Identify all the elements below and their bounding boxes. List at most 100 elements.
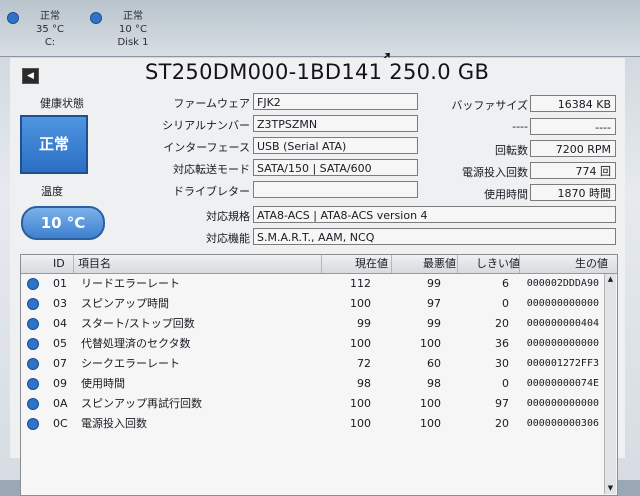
previous-disk-button[interactable]: ◀ [22, 68, 39, 84]
row-current: 112 [350, 277, 371, 290]
row-name: シークエラーレート [81, 357, 180, 370]
table-row[interactable]: 04 スタート/ストップ回数 99 99 20 000000000404 [21, 314, 605, 334]
header-name[interactable]: 項目名 [73, 255, 318, 273]
row-raw: 000000000306 [526, 418, 599, 429]
table-row[interactable]: 05 代替処理済のセクタ数 100 100 36 000000000000 [21, 334, 605, 354]
disk-c-status[interactable]: 正常 35 °C C: [5, 10, 95, 54]
row-current: 100 [350, 397, 371, 410]
drive-letter-value [253, 181, 418, 198]
row-raw: 000000000000 [526, 338, 599, 349]
header-id[interactable]: ID [53, 257, 65, 270]
power-hours-label: 使用時間 [484, 188, 528, 201]
disk-info-panel: ◀ ST250DM000-1BD141 250.0 GB 健康状態 正常 温度 … [10, 58, 625, 496]
temperature-badge[interactable]: 10 °C [21, 206, 105, 240]
row-id: 0A [53, 397, 68, 410]
row-worst: 100 [420, 397, 441, 410]
health-label: 健康状態 [40, 97, 84, 110]
row-threshold: 0 [502, 377, 509, 390]
table-row[interactable]: 09 使用時間 98 98 0 00000000074E [21, 374, 605, 394]
row-raw: 000000000000 [526, 298, 599, 309]
temperature-label: 温度 [41, 185, 63, 198]
row-id: 05 [53, 337, 67, 350]
row-worst: 97 [427, 297, 441, 310]
header-worst[interactable]: 最悪値 [391, 255, 456, 273]
header-threshold[interactable]: しきい値 [457, 255, 520, 273]
status-dot-icon [27, 418, 39, 430]
row-current: 100 [350, 417, 371, 430]
unknown-label: ---- [512, 120, 528, 133]
status-dot-icon [27, 338, 39, 350]
health-status-badge[interactable]: 正常 [20, 115, 88, 174]
row-threshold: 20 [495, 317, 509, 330]
row-threshold: 6 [502, 277, 509, 290]
power-count-label: 電源投入回数 [462, 166, 528, 179]
power-count-value: 774 回 [530, 162, 616, 179]
row-threshold: 30 [495, 357, 509, 370]
row-raw: 000002DDDA90 [526, 278, 599, 289]
row-raw: 00000000074E [526, 378, 599, 389]
row-current: 98 [357, 377, 371, 390]
row-name: 代替処理済のセクタ数 [81, 337, 191, 350]
row-name: リードエラーレート [81, 277, 180, 290]
scroll-down-icon[interactable]: ▼ [605, 483, 616, 494]
table-row[interactable]: 0C 電源投入回数 100 100 20 000000000306 [21, 414, 605, 434]
table-row[interactable]: 01 リードエラーレート 112 99 6 000002DDDA90 [21, 274, 605, 294]
interface-label: インターフェース [163, 141, 250, 154]
row-name: スピンアップ時間 [81, 297, 169, 310]
row-threshold: 36 [495, 337, 509, 350]
power-hours-value: 1870 時間 [530, 184, 616, 201]
row-worst: 99 [427, 317, 441, 330]
status-dot-icon [7, 12, 19, 24]
disk-1-status[interactable]: 正常 10 °C Disk 1 [88, 10, 178, 54]
buffer-size-value: 16384 KB [530, 95, 616, 112]
table-row[interactable]: 07 シークエラーレート 72 60 30 000001272FF3 [21, 354, 605, 374]
disk-name: C: [44, 37, 56, 48]
row-threshold: 97 [495, 397, 509, 410]
status-dot-icon [27, 318, 39, 330]
rotation-value: 7200 RPM [530, 140, 616, 157]
smart-attributes-table: ID 項目名 現在値 最悪値 しきい値 生の値 01 リードエラーレート 112… [20, 254, 618, 496]
row-current: 99 [357, 317, 371, 330]
row-id: 09 [53, 377, 67, 390]
disk-temp: 35 °C [36, 24, 64, 35]
row-current: 72 [357, 357, 371, 370]
row-worst: 99 [427, 277, 441, 290]
row-id: 0C [53, 417, 68, 430]
disk-temp: 10 °C [119, 24, 147, 35]
disk-name: Disk 1 [117, 37, 149, 48]
features-label: 対応機能 [206, 232, 250, 245]
row-worst: 100 [420, 337, 441, 350]
transfer-mode-label: 対応転送モード [173, 163, 250, 176]
disk-model-title: ST250DM000-1BD141 250.0 GB [145, 60, 490, 84]
serial-value: Z3TPSZMN [253, 115, 418, 132]
row-name: スピンアップ再試行回数 [81, 397, 202, 410]
row-id: 01 [53, 277, 67, 290]
header-raw[interactable]: 生の値 [519, 255, 608, 273]
row-current: 100 [350, 337, 371, 350]
standard-value: ATA8-ACS | ATA8-ACS version 4 [253, 206, 616, 223]
row-id: 07 [53, 357, 67, 370]
status-dot-icon [27, 398, 39, 410]
screen: 正常 35 °C C: 正常 10 °C Disk 1 ➚ ◀ ST250DM0… [0, 0, 640, 496]
status-dot-icon [27, 358, 39, 370]
row-id: 04 [53, 317, 67, 330]
row-name: 使用時間 [81, 377, 125, 390]
status-dot-icon [27, 278, 39, 290]
table-row[interactable]: 03 スピンアップ時間 100 97 0 000000000000 [21, 294, 605, 314]
row-id: 03 [53, 297, 67, 310]
scroll-up-icon[interactable]: ▲ [605, 274, 616, 285]
row-worst: 100 [420, 417, 441, 430]
table-row[interactable]: 0A スピンアップ再試行回数 100 100 97 000000000000 [21, 394, 605, 414]
row-worst: 98 [427, 377, 441, 390]
row-raw: 000000000404 [526, 318, 599, 329]
header-current[interactable]: 現在値 [321, 255, 388, 273]
row-threshold: 20 [495, 417, 509, 430]
disk-status-bar: 正常 35 °C C: 正常 10 °C Disk 1 ➚ [0, 0, 640, 66]
table-scrollbar[interactable]: ▲ ▼ [604, 274, 616, 494]
row-raw: 000000000000 [526, 398, 599, 409]
row-current: 100 [350, 297, 371, 310]
buffer-size-label: バッファサイズ [451, 99, 528, 112]
interface-value: USB (Serial ATA) [253, 137, 418, 154]
row-name: 電源投入回数 [81, 417, 147, 430]
features-value: S.M.A.R.T., AAM, NCQ [253, 228, 616, 245]
